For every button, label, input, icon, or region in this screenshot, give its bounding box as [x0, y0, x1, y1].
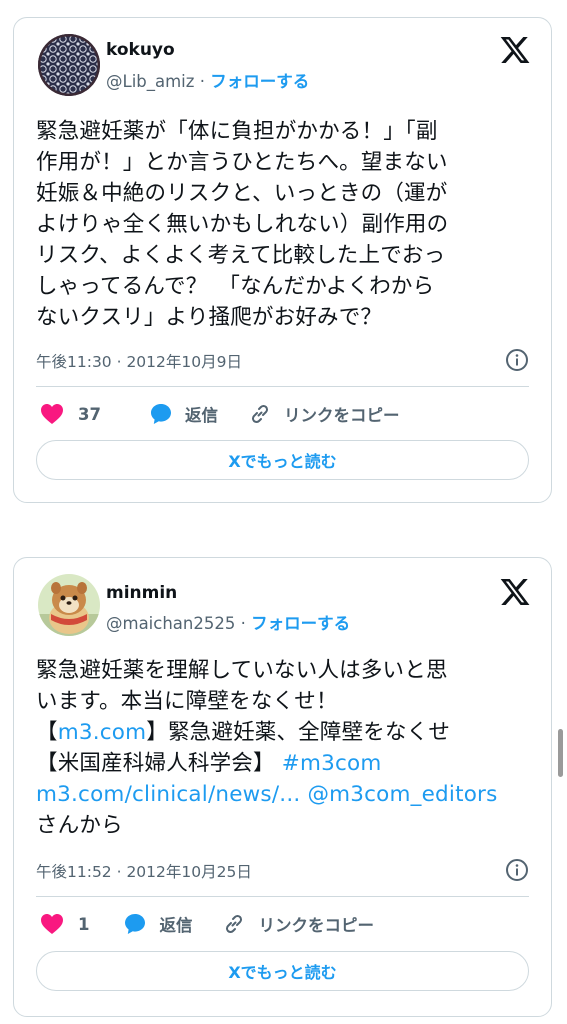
handle-row: @Lib_amiz · フォローする — [106, 68, 309, 92]
divider — [36, 386, 529, 387]
tweet-text-line: しゃってるんで？ 「なんだかよくわから — [36, 274, 435, 299]
like-count: 37 — [78, 404, 101, 424]
tweet-card: minmin @maichan2525 · フォローする 緊急避妊薬を理解してい… — [13, 557, 552, 1017]
copy-link-button[interactable]: リンクをコピー — [248, 402, 400, 426]
like-button[interactable]: 1 — [40, 913, 89, 935]
handle[interactable]: @Lib_amiz — [106, 72, 194, 91]
tweet-text-line: m3.com/clinical/news/... @m3com_editors — [36, 779, 536, 810]
tweet-text: 緊急避妊薬が「体に負担がかかる！」「副 作用が！」とか言うひとたちへ。望まない … — [36, 116, 536, 333]
tweet-text: 緊急避妊薬を理解していない人は多いと思 います。本当に障壁をなくせ！ 【m3.c… — [36, 655, 536, 841]
tweet-card: kokuyo @Lib_amiz · フォローする 緊急避妊薬が「体に負担がかか… — [13, 17, 552, 503]
x-logo-icon[interactable] — [499, 34, 531, 66]
reply-icon — [125, 914, 146, 934]
tweet-text-line: よけりゃ全く無いかもしれない）副作用の — [36, 212, 449, 237]
follow-button[interactable]: フォローする — [210, 72, 309, 91]
tweet-text-line: 妊娠＆中絶のリスクと、いっときの（運が — [36, 181, 448, 206]
separator-dot: · — [240, 614, 252, 633]
like-button[interactable]: 37 — [40, 403, 101, 425]
reply-label: 返信 — [184, 406, 218, 425]
action-bar: 37 返信 リンクをコピー — [40, 400, 529, 428]
tweet-text-line: います。本当に障壁をなくせ！ — [36, 689, 338, 714]
reply-icon — [150, 404, 171, 424]
text-segment: 【米国産科婦人科学会】 — [36, 751, 282, 776]
link-icon — [251, 404, 268, 424]
info-icon[interactable] — [505, 858, 529, 882]
reply-label: 返信 — [159, 916, 193, 935]
reply-button[interactable]: 返信 — [149, 402, 218, 426]
hashtag-link[interactable]: #m3com — [282, 751, 382, 776]
heart-icon — [41, 914, 63, 934]
tweet-text-line: さんから — [36, 813, 123, 838]
copy-link-label: リンクをコピー — [258, 916, 374, 935]
display-name[interactable]: kokuyo — [106, 40, 175, 60]
link-icon — [226, 914, 243, 934]
timestamp[interactable]: 午後11:30 · 2012年10月9日 — [36, 350, 242, 372]
copy-link-button[interactable]: リンクをコピー — [222, 912, 374, 936]
avatar[interactable] — [38, 574, 100, 636]
tweet-text-line: 緊急避妊薬を理解していない人は多いと思 — [36, 658, 448, 683]
follow-button[interactable]: フォローする — [251, 614, 350, 633]
url-link[interactable]: m3.com/clinical/news/... — [36, 782, 300, 807]
text-segment: 】緊急避妊薬、全障壁をなくせ — [146, 720, 451, 745]
handle[interactable]: @maichan2525 — [106, 614, 235, 633]
x-logo-icon[interactable] — [499, 576, 531, 608]
avatar[interactable] — [38, 34, 100, 96]
like-count: 1 — [78, 914, 90, 934]
display-name[interactable]: minmin — [106, 583, 177, 603]
tweet-text-line: 【米国産科婦人科学会】 #m3com — [36, 748, 536, 779]
tweet-text-line: 緊急避妊薬が「体に負担がかかる！」「副 — [36, 119, 438, 144]
info-icon[interactable] — [505, 348, 529, 372]
reply-button[interactable]: 返信 — [123, 912, 192, 936]
read-more-button[interactable]: Xでもっと読む — [36, 440, 529, 480]
text-segment: 【 — [36, 720, 58, 745]
action-bar: 1 返信 リンクをコピー — [40, 910, 529, 938]
divider — [36, 896, 529, 897]
read-more-button[interactable]: Xでもっと読む — [36, 951, 529, 991]
handle-row: @maichan2525 · フォローする — [106, 610, 350, 634]
tweet-text-line: リスク、よくよく考えて比較した上でおっ — [36, 243, 446, 268]
timestamp[interactable]: 午後11:52 · 2012年10月25日 — [36, 860, 252, 882]
tweet-text-line: 【m3.com】緊急避妊薬、全障壁をなくせ — [36, 717, 536, 748]
m3-link[interactable]: m3.com — [58, 720, 147, 745]
mention-link[interactable]: @m3com_editors — [307, 782, 497, 807]
separator-dot: · — [199, 72, 211, 91]
copy-link-label: リンクをコピー — [283, 406, 400, 425]
tweet-text-line: ないクスリ」より掻爬がお好みで？ — [36, 305, 383, 330]
heart-icon — [41, 404, 63, 424]
tweet-text-line: 作用が！」とか言うひとたちへ。望まない — [36, 150, 448, 175]
scrollbar-thumb[interactable] — [558, 729, 563, 777]
